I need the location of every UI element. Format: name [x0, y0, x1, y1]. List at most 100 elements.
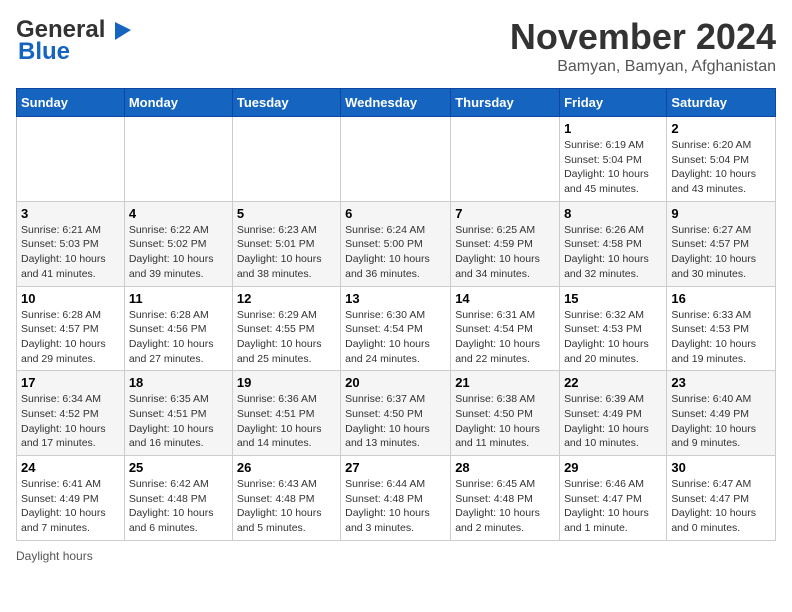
day-cell: 8Sunrise: 6:26 AM Sunset: 4:58 PM Daylig… [560, 201, 667, 286]
day-info: Sunrise: 6:24 AM Sunset: 5:00 PM Dayligh… [345, 223, 446, 282]
day-number: 24 [21, 460, 120, 475]
day-info: Sunrise: 6:38 AM Sunset: 4:50 PM Dayligh… [455, 392, 555, 451]
day-number: 26 [237, 460, 336, 475]
day-number: 12 [237, 291, 336, 306]
day-number: 27 [345, 460, 446, 475]
day-cell: 15 Sunrise: 6:32 AM Sunset: 4:53 PM Dayli… [560, 286, 667, 371]
day-info: Sunrise: 6:44 AM Sunset: 4:48 PM Dayligh… [345, 477, 446, 536]
header-tuesday: Tuesday [232, 89, 340, 117]
day-info: Sunrise: 6:34 AM Sunset: 4:52 PM Dayligh… [21, 392, 120, 451]
week-row-5: 24 Sunrise: 6:41 AM Sunset: 4:49 PM Dayli… [17, 456, 776, 541]
week-row-4: 17 Sunrise: 6:34 AM Sunset: 4:52 PM Dayli… [17, 371, 776, 456]
day-info: Sunrise: 6:35 AM Sunset: 4:51 PM Dayligh… [129, 392, 228, 451]
day-info: Sunrise: 6:25 AM Sunset: 4:59 PM Dayligh… [455, 223, 555, 282]
day-cell: 26 Sunrise: 6:43 AM Sunset: 4:48 PM Dayli… [232, 456, 340, 541]
day-number: 6 [345, 206, 446, 221]
day-info: Sunrise: 6:21 AM Sunset: 5:03 PM Dayligh… [21, 223, 120, 282]
day-cell: 20Sunrise: 6:37 AM Sunset: 4:50 PM Dayli… [341, 371, 451, 456]
day-number: 4 [129, 206, 228, 221]
day-info: Sunrise: 6:43 AM Sunset: 4:48 PM Dayligh… [237, 477, 336, 536]
day-number: 7 [455, 206, 555, 221]
day-cell [341, 117, 451, 202]
day-cell: 10 Sunrise: 6:28 AM Sunset: 4:57 PM Dayli… [17, 286, 125, 371]
day-number: 25 [129, 460, 228, 475]
day-cell: 11 Sunrise: 6:28 AM Sunset: 4:56 PM Dayli… [124, 286, 232, 371]
day-cell: 30Sunrise: 6:47 AM Sunset: 4:47 PM Dayli… [667, 456, 776, 541]
day-number: 2 [671, 121, 771, 136]
day-cell: 5 Sunrise: 6:23 AM Sunset: 5:01 PM Daylig… [232, 201, 340, 286]
day-info: Sunrise: 6:32 AM Sunset: 4:53 PM Dayligh… [564, 308, 662, 367]
day-info: Sunrise: 6:42 AM Sunset: 4:48 PM Dayligh… [129, 477, 228, 536]
day-cell: 19 Sunrise: 6:36 AM Sunset: 4:51 PM Dayli… [232, 371, 340, 456]
logo: General Blue [16, 16, 135, 66]
day-info: Sunrise: 6:30 AM Sunset: 4:54 PM Dayligh… [345, 308, 446, 367]
day-number: 1 [564, 121, 662, 136]
day-cell: 16 Sunrise: 6:33 AM Sunset: 4:53 PM Dayli… [667, 286, 776, 371]
day-info: Sunrise: 6:22 AM Sunset: 5:02 PM Dayligh… [129, 223, 228, 282]
day-cell: 1 Sunrise: 6:19 AM Sunset: 5:04 PM Daylig… [560, 117, 667, 202]
header-sunday: Sunday [17, 89, 125, 117]
day-info: Sunrise: 6:28 AM Sunset: 4:56 PM Dayligh… [129, 308, 228, 367]
logo-blue: Blue [18, 38, 70, 66]
day-cell: 17 Sunrise: 6:34 AM Sunset: 4:52 PM Dayli… [17, 371, 125, 456]
day-info: Sunrise: 6:46 AM Sunset: 4:47 PM Dayligh… [564, 477, 662, 536]
footer-daylight: Daylight hours [16, 549, 776, 563]
day-info: Sunrise: 6:36 AM Sunset: 4:51 PM Dayligh… [237, 392, 336, 451]
day-number: 19 [237, 375, 336, 390]
week-row-3: 10 Sunrise: 6:28 AM Sunset: 4:57 PM Dayli… [17, 286, 776, 371]
day-info: Sunrise: 6:40 AM Sunset: 4:49 PM Dayligh… [671, 392, 771, 451]
day-number: 14 [455, 291, 555, 306]
month-title: November 2024 [510, 16, 776, 58]
day-number: 23 [671, 375, 771, 390]
day-cell: 21Sunrise: 6:38 AM Sunset: 4:50 PM Dayli… [451, 371, 560, 456]
day-info: Sunrise: 6:41 AM Sunset: 4:49 PM Dayligh… [21, 477, 120, 536]
day-number: 28 [455, 460, 555, 475]
day-number: 22 [564, 375, 662, 390]
day-number: 18 [129, 375, 228, 390]
day-cell: 2Sunrise: 6:20 AM Sunset: 5:04 PM Daylig… [667, 117, 776, 202]
day-cell: 24 Sunrise: 6:41 AM Sunset: 4:49 PM Dayli… [17, 456, 125, 541]
day-info: Sunrise: 6:33 AM Sunset: 4:53 PM Dayligh… [671, 308, 771, 367]
day-number: 11 [129, 291, 228, 306]
day-cell [451, 117, 560, 202]
day-cell: 25 Sunrise: 6:42 AM Sunset: 4:48 PM Dayli… [124, 456, 232, 541]
day-cell: 7 Sunrise: 6:25 AM Sunset: 4:59 PM Daylig… [451, 201, 560, 286]
header-saturday: Saturday [667, 89, 776, 117]
day-cell: 27 Sunrise: 6:44 AM Sunset: 4:48 PM Dayli… [341, 456, 451, 541]
day-number: 17 [21, 375, 120, 390]
day-info: Sunrise: 6:29 AM Sunset: 4:55 PM Dayligh… [237, 308, 336, 367]
day-number: 5 [237, 206, 336, 221]
day-cell: 9 Sunrise: 6:27 AM Sunset: 4:57 PM Daylig… [667, 201, 776, 286]
day-number: 15 [564, 291, 662, 306]
location-title: Bamyan, Bamyan, Afghanistan [510, 58, 776, 76]
header-wednesday: Wednesday [341, 89, 451, 117]
day-info: Sunrise: 6:19 AM Sunset: 5:04 PM Dayligh… [564, 138, 662, 197]
day-info: Sunrise: 6:23 AM Sunset: 5:01 PM Dayligh… [237, 223, 336, 282]
day-number: 3 [21, 206, 120, 221]
header-monday: Monday [124, 89, 232, 117]
day-info: Sunrise: 6:45 AM Sunset: 4:48 PM Dayligh… [455, 477, 555, 536]
day-info: Sunrise: 6:27 AM Sunset: 4:57 PM Dayligh… [671, 223, 771, 282]
day-info: Sunrise: 6:26 AM Sunset: 4:58 PM Dayligh… [564, 223, 662, 282]
day-info: Sunrise: 6:39 AM Sunset: 4:49 PM Dayligh… [564, 392, 662, 451]
title-block: November 2024 Bamyan, Bamyan, Afghanista… [510, 16, 776, 76]
day-number: 10 [21, 291, 120, 306]
day-cell: 28 Sunrise: 6:45 AM Sunset: 4:48 PM Dayli… [451, 456, 560, 541]
day-number: 9 [671, 206, 771, 221]
day-cell: 23 Sunrise: 6:40 AM Sunset: 4:49 PM Dayli… [667, 371, 776, 456]
day-number: 30 [671, 460, 771, 475]
day-info: Sunrise: 6:28 AM Sunset: 4:57 PM Dayligh… [21, 308, 120, 367]
day-cell: 13 Sunrise: 6:30 AM Sunset: 4:54 PM Dayli… [341, 286, 451, 371]
day-number: 16 [671, 291, 771, 306]
day-cell: 29Sunrise: 6:46 AM Sunset: 4:47 PM Dayli… [560, 456, 667, 541]
day-info: Sunrise: 6:37 AM Sunset: 4:50 PM Dayligh… [345, 392, 446, 451]
day-cell [17, 117, 125, 202]
day-cell: 4 Sunrise: 6:22 AM Sunset: 5:02 PM Daylig… [124, 201, 232, 286]
day-number: 13 [345, 291, 446, 306]
day-cell: 6 Sunrise: 6:24 AM Sunset: 5:00 PM Daylig… [341, 201, 451, 286]
day-cell [232, 117, 340, 202]
week-row-2: 3 Sunrise: 6:21 AM Sunset: 5:03 PM Daylig… [17, 201, 776, 286]
calendar-table: SundayMondayTuesdayWednesdayThursdayFrid… [16, 88, 776, 541]
day-cell: 3 Sunrise: 6:21 AM Sunset: 5:03 PM Daylig… [17, 201, 125, 286]
day-cell: 18 Sunrise: 6:35 AM Sunset: 4:51 PM Dayli… [124, 371, 232, 456]
